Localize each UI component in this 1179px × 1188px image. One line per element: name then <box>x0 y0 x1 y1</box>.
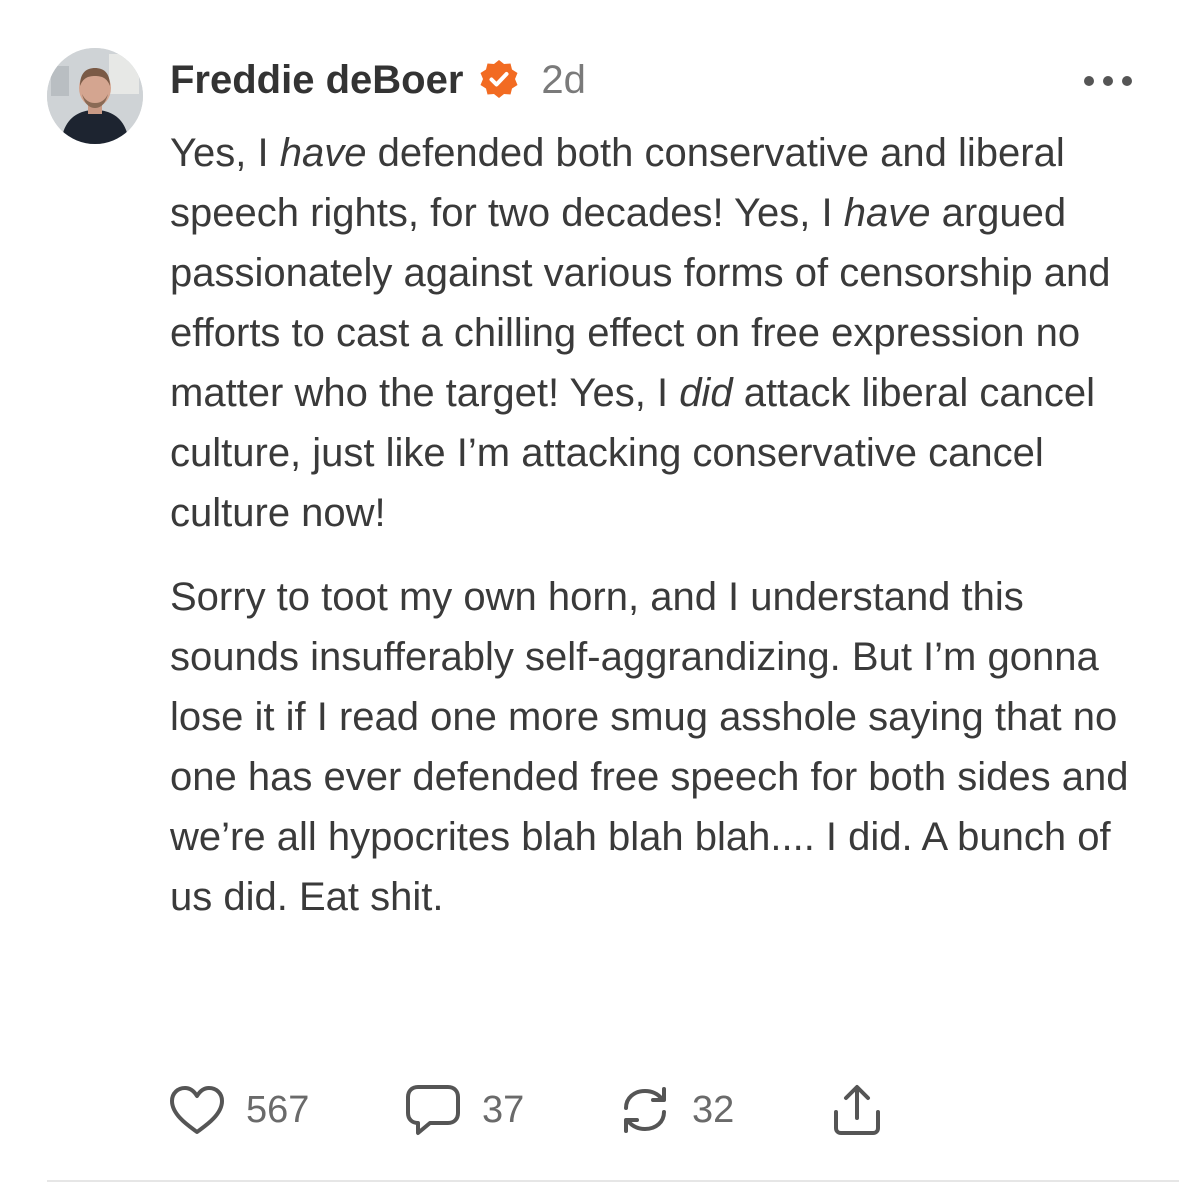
restack-button[interactable]: 32 <box>618 1080 734 1140</box>
post-timestamp: 2d <box>541 57 586 102</box>
more-horizontal-icon[interactable] <box>1082 74 1134 88</box>
text-run: Sorry to toot my own horn, and I underst… <box>170 575 1129 919</box>
share-button[interactable] <box>830 1080 884 1140</box>
post-header: Freddie deBoer 2d <box>170 52 586 108</box>
post-paragraph: Sorry to toot my own horn, and I underst… <box>170 567 1160 927</box>
emphasized-text: have <box>279 131 367 175</box>
emphasized-text: have <box>843 191 931 235</box>
comment-bubble-icon <box>404 1083 462 1137</box>
text-run: Yes, I <box>170 131 280 175</box>
author-name[interactable]: Freddie deBoer <box>170 58 463 103</box>
avatar-photo <box>47 48 143 144</box>
comment-count: 37 <box>482 1088 525 1131</box>
restack-icon <box>618 1084 672 1136</box>
divider <box>47 1180 1179 1182</box>
comment-button[interactable]: 37 <box>404 1080 524 1140</box>
like-button[interactable]: 567 <box>168 1080 309 1140</box>
avatar[interactable] <box>47 48 143 144</box>
emphasized-text: did <box>679 371 733 415</box>
restack-count: 32 <box>692 1088 735 1131</box>
verified-check-icon <box>477 58 521 102</box>
post-paragraph: Yes, I have defended both conservative a… <box>170 123 1160 543</box>
post-body: Yes, I have defended both conservative a… <box>170 123 1160 927</box>
like-count: 567 <box>246 1088 310 1131</box>
share-icon <box>830 1082 884 1138</box>
heart-icon <box>168 1084 226 1136</box>
